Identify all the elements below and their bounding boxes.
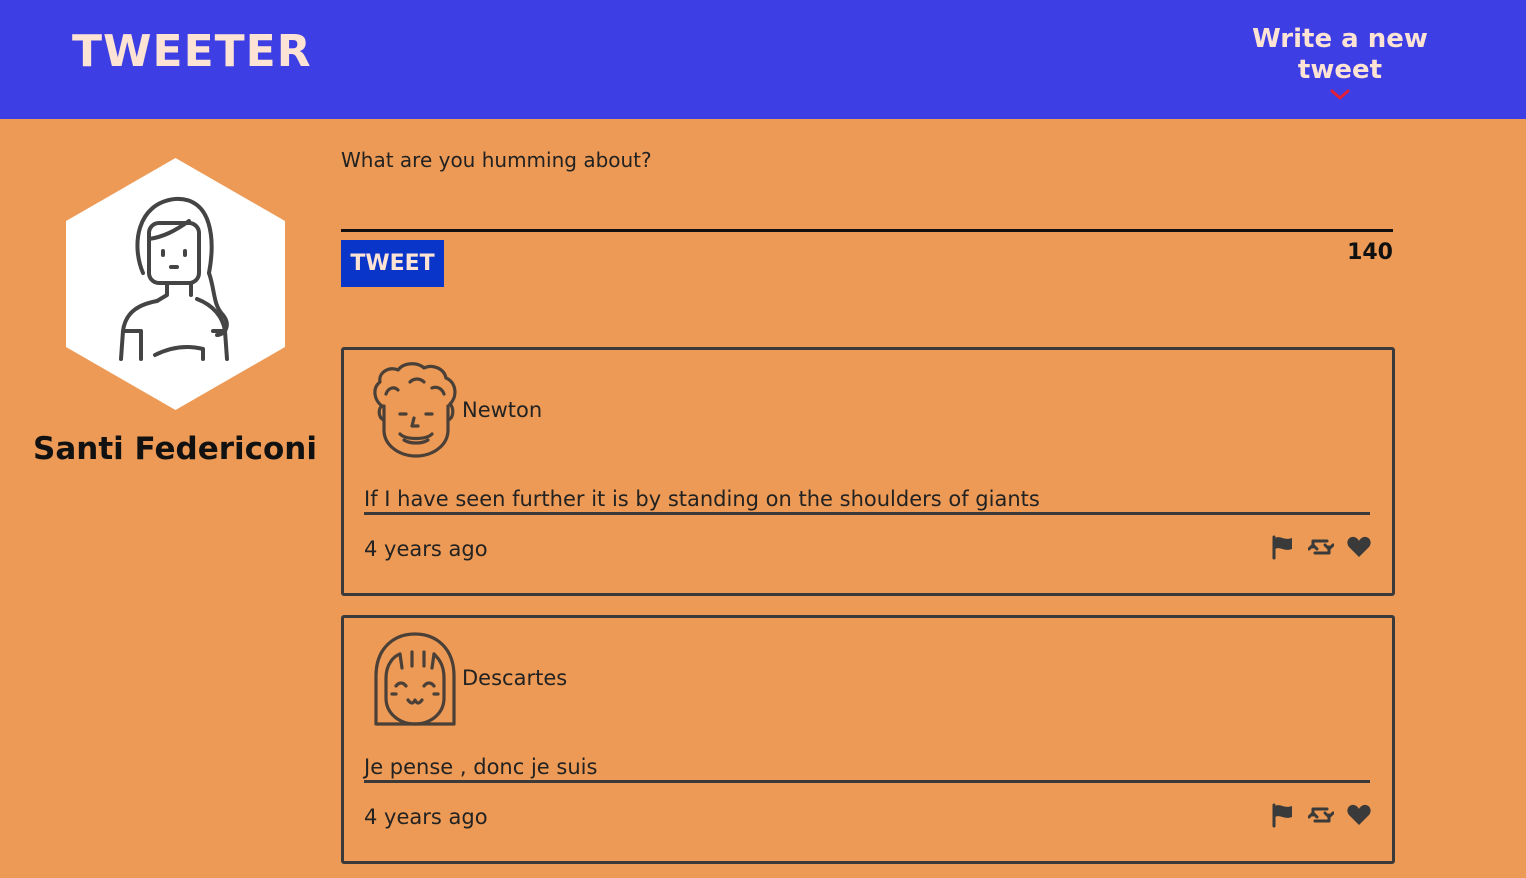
tweet-actions [1270,802,1372,828]
tweet-card: Newton If I have seen further it is by s… [341,347,1395,596]
tweet-actions [1270,534,1372,560]
flag-icon[interactable] [1270,534,1296,560]
tweet-text: Je pense , donc je suis [364,754,1370,783]
tweet-card: Descartes Je pense , donc je suis 4 year… [341,615,1395,864]
tweet-input[interactable] [341,140,1393,232]
tweet-composer: TWEET 140 [341,140,1393,287]
tweet-button[interactable]: TWEET [341,240,444,287]
retweet-icon[interactable] [1308,802,1334,828]
bob-hair-smiling-avatar-icon [374,632,456,726]
tweet-username: Newton [462,398,543,422]
curly-hair-man-avatar-icon [373,362,457,458]
retweet-icon[interactable] [1308,534,1334,560]
profile-name: Santi Federiconi [33,431,317,467]
write-new-tweet-label: Write a new tweet [1252,24,1428,86]
chevron-down-icon[interactable] [1329,88,1351,102]
heart-icon[interactable] [1346,534,1372,560]
user-profile: Santi Federiconi [30,155,320,467]
tweet-timestamp: 4 years ago [364,537,488,561]
logo: TWEETER [72,26,312,77]
tweet-header: Newton [366,360,542,460]
top-nav: TWEETER Write a new tweet [0,0,1526,119]
tweet-header: Descartes [366,628,567,728]
tweet-timestamp: 4 years ago [364,805,488,829]
heart-icon[interactable] [1346,802,1372,828]
tweet-username: Descartes [462,666,568,690]
flag-icon[interactable] [1270,802,1296,828]
write-new-tweet-toggle[interactable]: Write a new tweet [1220,24,1460,102]
char-counter: 140 [1347,240,1393,265]
profile-avatar [65,158,285,410]
tweet-text: If I have seen further it is by standing… [364,486,1370,515]
